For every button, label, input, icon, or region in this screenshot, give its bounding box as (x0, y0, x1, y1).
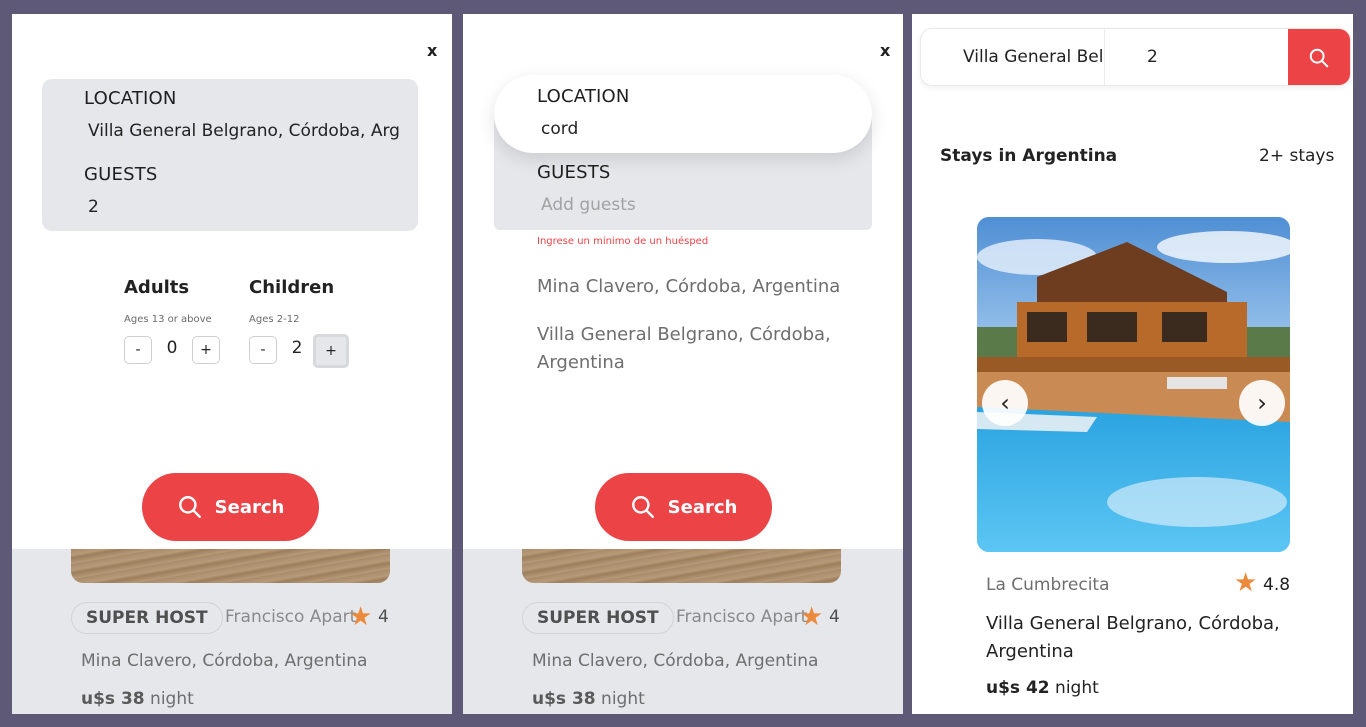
location-input[interactable]: Villa General Belgrano, Córdoba, Argenti… (88, 121, 401, 141)
underlying-listing: SUPER HOST Francisco Apart ★ 4 Mina Clav… (463, 549, 903, 714)
adults-title: Adults (124, 277, 190, 298)
star-icon: ★ (800, 602, 824, 632)
listing-price: u$s 38 night (532, 689, 645, 709)
listing-location: Mina Clavero, Córdoba, Argentina (532, 651, 819, 671)
guests-input[interactable]: 2 (88, 197, 99, 217)
search-bar: Villa General Belgrano 2 (920, 28, 1351, 86)
location-label: LOCATION (537, 86, 630, 107)
guests-error-message: Ingrese un minimo de un huésped (537, 236, 709, 247)
search-icon (178, 496, 201, 518)
chevron-left-icon: ‹ (1000, 389, 1010, 417)
prev-photo-button[interactable]: ‹ (982, 380, 1028, 426)
children-title: Children (249, 277, 335, 298)
location-label: LOCATION (84, 88, 177, 109)
apartment-name: Francisco Apart (676, 607, 808, 627)
guests-label: GUESTS (537, 162, 611, 183)
price-unit: night (150, 689, 194, 709)
star-icon: ★ (349, 602, 373, 632)
price-amount: u$s 38 (81, 689, 145, 709)
adults-subtitle: Ages 13 or above (124, 314, 212, 325)
adults-minus-button[interactable]: - (124, 336, 152, 364)
price-unit: night (601, 689, 645, 709)
search-icon (1309, 48, 1329, 68)
rating: 4 (378, 607, 389, 627)
chevron-right-icon: › (1257, 389, 1267, 417)
search-guests-field[interactable]: 2 (1147, 47, 1158, 67)
search-icon (631, 496, 654, 518)
search-button-label: Search (214, 496, 285, 518)
stays-title: Stays in Argentina (940, 146, 1118, 166)
children-plus-button[interactable]: + (313, 334, 349, 368)
search-button-label: Search (667, 496, 738, 518)
underlying-listing: SUPER HOST Francisco Apart ★ 4 Mina Clav… (12, 549, 452, 714)
price-amount: u$s 38 (532, 689, 596, 709)
search-button[interactable]: Search (142, 473, 319, 541)
cabin-pool-image (977, 217, 1290, 552)
listing-photo[interactable] (977, 217, 1290, 552)
rating: 4 (829, 607, 840, 627)
next-photo-button[interactable]: › (1239, 380, 1285, 426)
children-count: 2 (291, 338, 303, 358)
close-button[interactable]: x (880, 41, 890, 60)
children-minus-button[interactable]: - (249, 336, 277, 364)
search-button[interactable] (1288, 29, 1350, 85)
listing-price: u$s 42 night (986, 678, 1099, 698)
listing-price: u$s 38 night (81, 689, 194, 709)
children-subtitle: Ages 2-12 (249, 314, 300, 325)
listing-location: Mina Clavero, Córdoba, Argentina (81, 651, 368, 671)
search-button[interactable]: Search (595, 473, 772, 541)
star-icon: ★ (1234, 568, 1258, 598)
listing-rating: 4.8 (1263, 575, 1291, 595)
search-modal-panel-2: x LOCATION cord GUESTS Add guests Ingres… (463, 14, 903, 714)
superhost-badge: SUPER HOST (522, 602, 674, 634)
price-unit: night (1055, 678, 1099, 698)
location-suggestion[interactable]: Villa General Belgrano, Córdoba, Argenti… (537, 321, 857, 377)
listing-town: La Cumbrecita (986, 575, 1110, 595)
listing-photo (71, 549, 390, 583)
results-panel: Villa General Belgrano 2 Stays in Argent… (912, 14, 1353, 714)
search-bar-divider (1104, 29, 1105, 85)
superhost-badge: SUPER HOST (71, 602, 223, 634)
adults-plus-button[interactable]: + (192, 336, 220, 364)
stays-count: 2+ stays (1259, 146, 1335, 166)
adults-count: 0 (166, 338, 178, 358)
location-input[interactable]: cord (541, 119, 578, 139)
price-amount: u$s 42 (986, 678, 1050, 698)
apartment-name: Francisco Apart (225, 607, 357, 627)
close-button[interactable]: x (427, 41, 437, 60)
location-suggestion[interactable]: Mina Clavero, Córdoba, Argentina (537, 273, 840, 301)
search-modal-panel-1: x LOCATION Villa General Belgrano, Córdo… (12, 14, 452, 714)
listing-location: Villa General Belgrano, Córdoba, Argenti… (986, 613, 1280, 662)
listing-photo (522, 549, 841, 583)
guests-input[interactable]: Add guests (541, 195, 636, 215)
search-location-field[interactable]: Villa General Belgrano (963, 47, 1103, 67)
guests-label: GUESTS (84, 164, 158, 185)
